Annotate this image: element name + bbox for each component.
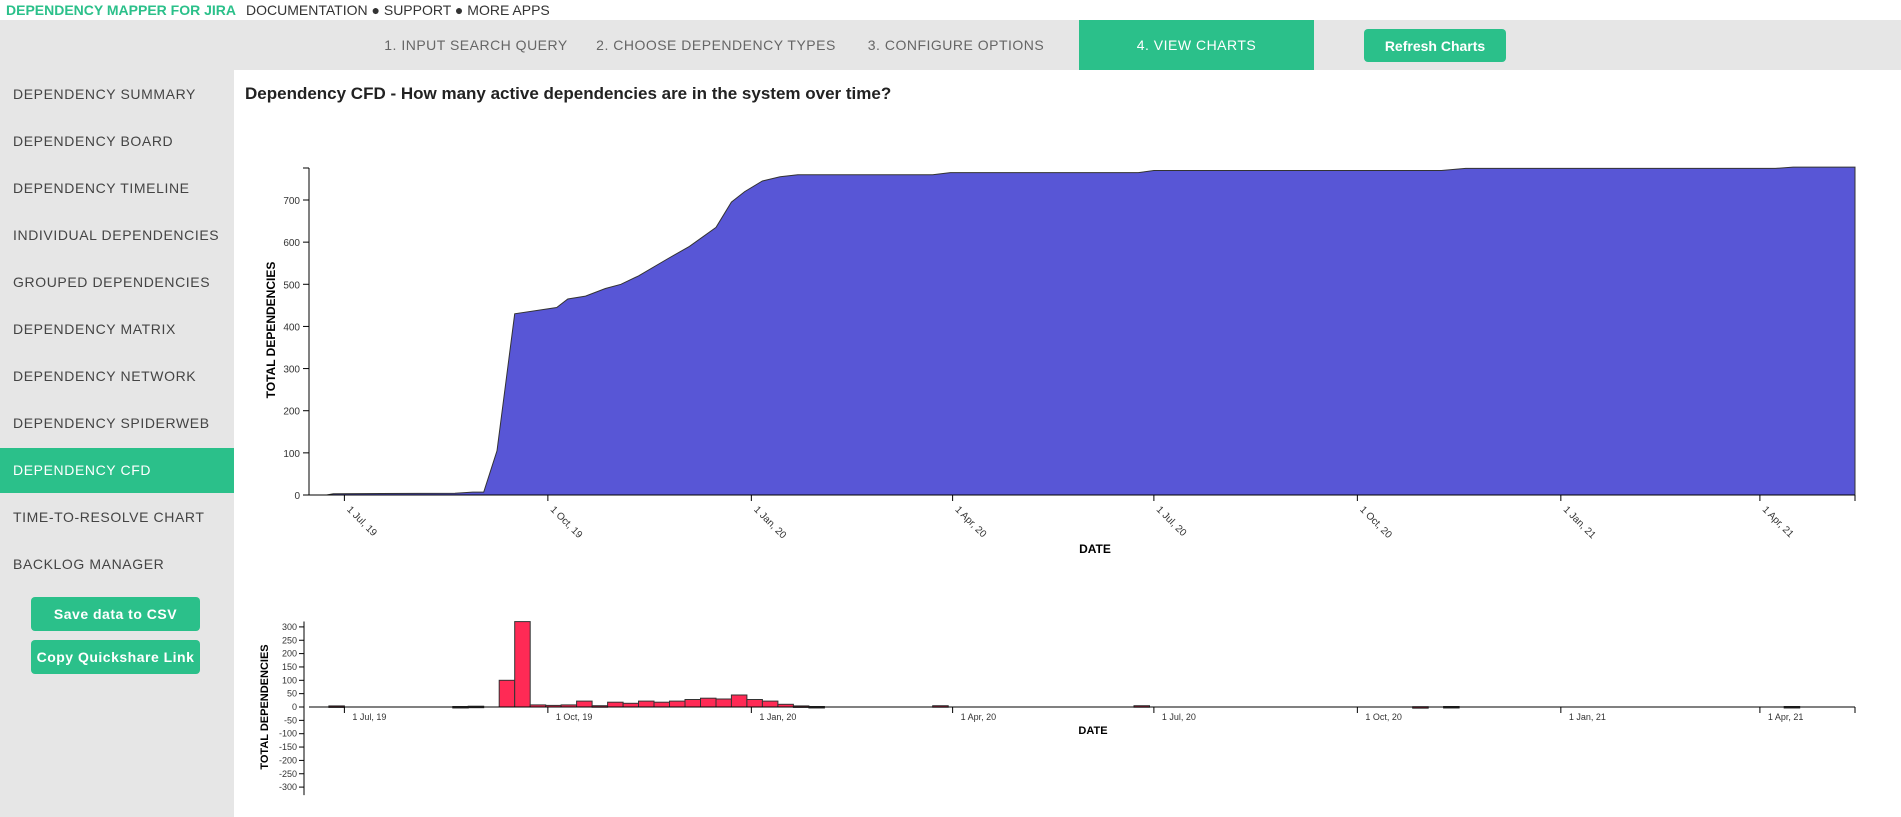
sidebar-item-backlog-manager[interactable]: BACKLOG MANAGER bbox=[0, 542, 234, 587]
histogram-bar bbox=[607, 701, 624, 708]
y-tick-label: 0 bbox=[292, 702, 297, 712]
y-axis-title: TOTAL DEPENDENCIES bbox=[259, 644, 271, 769]
sidebar-item-individual-dependencies[interactable]: INDIVIDUAL DEPENDENCIES bbox=[0, 213, 234, 258]
histogram-bar bbox=[576, 700, 593, 708]
sidebar-item-dependency-summary[interactable]: DEPENDENCY SUMMARY bbox=[0, 72, 234, 117]
sidebar-item-grouped-dependencies[interactable]: GROUPED DEPENDENCIES bbox=[0, 260, 234, 305]
x-tick-label: 1 Apr, 21 bbox=[1760, 504, 1796, 540]
y-tick-label: 50 bbox=[287, 689, 297, 699]
histogram-bar bbox=[622, 702, 640, 708]
histogram-bar bbox=[638, 700, 655, 708]
histogram-bar bbox=[730, 694, 748, 708]
y-tick-label: -200 bbox=[279, 755, 297, 765]
x-tick-label: 1 Apr, 20 bbox=[952, 504, 988, 540]
y-tick-label: 100 bbox=[283, 449, 300, 460]
y-tick-label: 150 bbox=[282, 662, 297, 672]
y-axis-title: TOTAL DEPENDENCIES bbox=[264, 262, 278, 399]
top-links: DOCUMENTATION ● SUPPORT ● MORE APPS bbox=[246, 2, 550, 18]
y-tick-label: 600 bbox=[283, 238, 300, 249]
y-tick-label: 400 bbox=[283, 322, 300, 333]
y-tick-label: 250 bbox=[282, 635, 297, 645]
y-tick-label: -250 bbox=[279, 769, 297, 779]
sidebar-item-time-to-resolve-chart[interactable]: TIME-TO-RESOLVE CHART bbox=[0, 495, 234, 540]
wizard-steps: 1. INPUT SEARCH QUERY 2. CHOOSE DEPENDEN… bbox=[0, 20, 1901, 70]
x-tick-label: 1 Apr, 20 bbox=[961, 712, 997, 722]
cfd-area bbox=[309, 166, 1856, 496]
histogram-bar bbox=[498, 679, 516, 708]
x-tick-label: 1 Jul, 19 bbox=[352, 712, 386, 722]
histogram-bar bbox=[684, 699, 701, 708]
refresh-charts-button[interactable]: Refresh Charts bbox=[1364, 29, 1506, 62]
charts-area: 01002003004005006007001 Jul, 19 1 Oct, 19… bbox=[259, 166, 1856, 796]
x-tick-label: 1 Oct, 19 bbox=[548, 504, 585, 541]
y-tick-label: 200 bbox=[283, 407, 300, 418]
x-tick-label: 1 Jul, 20 bbox=[1162, 712, 1196, 722]
top-bar: DEPENDENCY MAPPER FOR JIRA DOCUMENTATION… bbox=[0, 0, 1901, 20]
sidebar-item-dependency-timeline[interactable]: DEPENDENCY TIMELINE bbox=[0, 166, 234, 211]
sidebar: Save data to CSV Copy Quickshare Link DE… bbox=[0, 70, 234, 817]
histogram-bar bbox=[700, 697, 717, 708]
separator: ● bbox=[371, 2, 380, 18]
x-tick-label: 1 Apr, 21 bbox=[1768, 712, 1804, 722]
sidebar-item-dependency-network[interactable]: DEPENDENCY NETWORK bbox=[0, 354, 234, 399]
x-axis-title: DATE bbox=[1078, 725, 1107, 737]
y-tick-label: -150 bbox=[279, 742, 297, 752]
sidebar-item-dependency-matrix[interactable]: DEPENDENCY MATRIX bbox=[0, 307, 234, 352]
histogram-bar bbox=[715, 698, 732, 708]
separator: ● bbox=[454, 2, 464, 18]
sidebar-item-dependency-cfd[interactable]: DEPENDENCY CFD bbox=[0, 448, 234, 493]
copy-quickshare-link-button[interactable]: Copy Quickshare Link bbox=[31, 640, 200, 674]
support-link[interactable]: SUPPORT bbox=[384, 2, 451, 18]
x-tick-label: 1 Jan, 21 bbox=[1569, 712, 1606, 722]
histogram-bar bbox=[653, 701, 670, 708]
x-tick-label: 1 Oct, 20 bbox=[1365, 712, 1402, 722]
step-choose-dependency-types[interactable]: 2. CHOOSE DEPENDENCY TYPES bbox=[586, 20, 846, 70]
y-tick-label: 0 bbox=[294, 491, 300, 502]
step-view-charts[interactable]: 4. VIEW CHARTS bbox=[1079, 20, 1314, 70]
documentation-link[interactable]: DOCUMENTATION bbox=[246, 2, 368, 18]
y-tick-label: -50 bbox=[284, 715, 297, 725]
x-tick-label: 1 Jan, 20 bbox=[751, 504, 788, 541]
y-tick-label: 200 bbox=[282, 649, 297, 659]
x-tick-label: 1 Jul, 20 bbox=[1154, 504, 1189, 539]
x-tick-label: 1 Jan, 20 bbox=[759, 712, 796, 722]
more-apps-link[interactable]: MORE APPS bbox=[467, 2, 549, 18]
y-tick-label: 700 bbox=[283, 196, 300, 207]
sidebar-item-dependency-spiderweb[interactable]: DEPENDENCY SPIDERWEB bbox=[0, 401, 234, 446]
save-csv-button[interactable]: Save data to CSV bbox=[31, 597, 200, 631]
x-tick-label: 1 Jan, 21 bbox=[1561, 504, 1598, 541]
step-input-search-query[interactable]: 1. INPUT SEARCH QUERY bbox=[376, 20, 576, 70]
histogram-bar bbox=[746, 699, 763, 708]
y-tick-label: 100 bbox=[282, 675, 297, 685]
x-axis-title: DATE bbox=[1079, 542, 1111, 556]
step-configure-options[interactable]: 3. CONFIGURE OPTIONS bbox=[856, 20, 1056, 70]
y-tick-label: -100 bbox=[279, 729, 297, 739]
y-tick-label: 300 bbox=[283, 365, 300, 376]
y-tick-label: 300 bbox=[282, 622, 297, 632]
y-tick-label: 500 bbox=[283, 280, 300, 291]
x-tick-label: 1 Oct, 19 bbox=[556, 712, 593, 722]
histogram-bar bbox=[514, 621, 531, 708]
sidebar-item-dependency-board[interactable]: DEPENDENCY BOARD bbox=[0, 119, 234, 164]
histogram-bar bbox=[761, 700, 779, 708]
x-tick-label: 1 Oct, 20 bbox=[1357, 504, 1394, 541]
brand-link[interactable]: DEPENDENCY MAPPER FOR JIRA bbox=[6, 2, 236, 18]
y-tick-label: -300 bbox=[279, 782, 297, 792]
histogram-bar bbox=[669, 700, 686, 708]
x-tick-label: 1 Jul, 19 bbox=[344, 504, 379, 539]
